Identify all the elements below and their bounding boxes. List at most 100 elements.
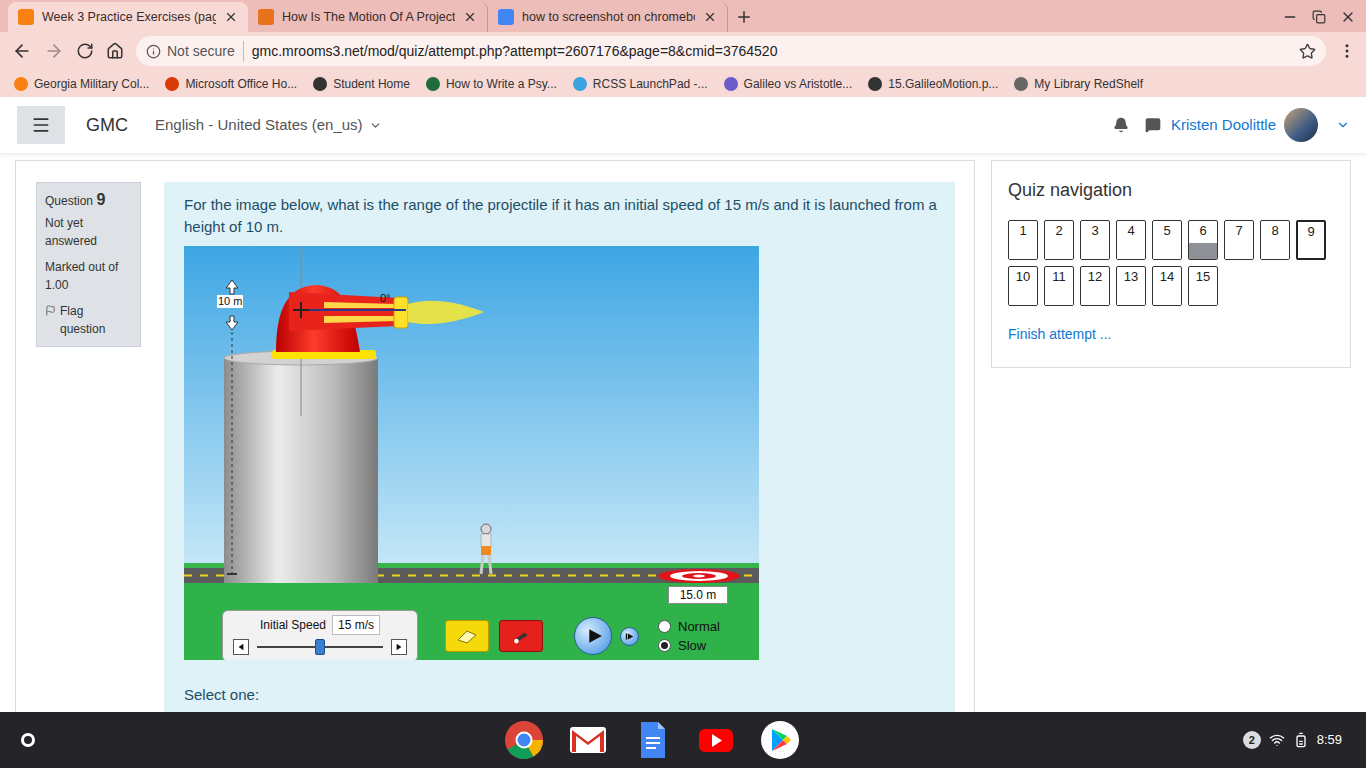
question-button[interactable]: 6 xyxy=(1188,220,1218,260)
bookmark-item[interactable]: Georgia Military Col... xyxy=(14,75,149,93)
new-tab-button[interactable] xyxy=(728,2,760,32)
question-button[interactable]: 5 xyxy=(1152,220,1182,260)
forward-icon[interactable] xyxy=(44,41,64,61)
avatar[interactable] xyxy=(1284,108,1318,142)
bell-icon[interactable] xyxy=(1113,117,1129,133)
question-button[interactable]: 11 xyxy=(1044,266,1074,306)
bookmark-icon xyxy=(1014,77,1028,91)
step-icon xyxy=(625,632,634,641)
speed-mode-radio[interactable]: Slow xyxy=(658,637,720,654)
question-number: Question 9 xyxy=(45,191,132,210)
wifi-icon xyxy=(1269,732,1285,748)
bookmark-icon xyxy=(426,77,440,91)
language-menu[interactable]: English - United States (en_us) xyxy=(155,114,382,137)
page-body: Question 9Not yet answeredMarked out of … xyxy=(0,153,1366,712)
browser-tab[interactable]: How Is The Motion Of A Projecti xyxy=(248,2,488,32)
back-icon[interactable] xyxy=(12,41,32,61)
bookmarks-bar: Georgia Military Col... Microsoft Office … xyxy=(0,70,1366,97)
close-tab-icon[interactable] xyxy=(463,10,477,24)
bookmark-icon xyxy=(313,77,327,91)
shelf: 28:59 xyxy=(0,712,1366,768)
bookmark-item[interactable]: RCSS LaunchPad -... xyxy=(573,75,708,93)
increase-button[interactable] xyxy=(391,639,407,655)
browser-tab[interactable]: how to screenshot on chromebo xyxy=(488,2,728,32)
favicon-icon xyxy=(258,9,274,25)
question-button[interactable]: 13 xyxy=(1116,266,1146,306)
bookmark-item[interactable]: Microsoft Office Ho... xyxy=(165,75,297,93)
flag-question[interactable]: Flag question xyxy=(45,302,132,338)
cannon-icon xyxy=(510,629,532,644)
status-area[interactable]: 28:59 xyxy=(1235,724,1350,756)
right-arrow-icon xyxy=(395,643,403,651)
messages-icon[interactable] xyxy=(1145,117,1161,133)
question-button[interactable]: 4 xyxy=(1116,220,1146,260)
question-button[interactable]: 14 xyxy=(1152,266,1182,306)
plus-icon xyxy=(735,8,753,26)
play-store-icon[interactable] xyxy=(760,720,800,760)
bookmark-item[interactable]: 15.GalileoMotion.p... xyxy=(868,75,998,93)
bookmark-item[interactable]: Student Home xyxy=(313,75,410,93)
restore-icon[interactable] xyxy=(1312,10,1326,24)
gmail-icon[interactable] xyxy=(568,720,608,760)
minimize-icon[interactable] xyxy=(1282,9,1298,25)
tab-title: how to screenshot on chromebo xyxy=(522,8,695,27)
bookmark-item[interactable]: Galileo vs Aristotle... xyxy=(724,75,853,93)
bookmark-item[interactable]: How to Write a Psy... xyxy=(426,75,557,93)
play-button[interactable] xyxy=(574,617,612,655)
slider-thumb[interactable] xyxy=(315,639,325,655)
speed-mode-radio[interactable]: Normal xyxy=(658,618,720,635)
select-prompt: Select one: xyxy=(184,684,937,707)
question-button[interactable]: 7 xyxy=(1224,220,1254,260)
speed-slider[interactable] xyxy=(257,639,383,655)
fire-button[interactable] xyxy=(499,620,543,652)
question-content: For the image below, what is the range o… xyxy=(164,182,955,712)
close-tab-icon[interactable] xyxy=(703,10,717,24)
bookmark-star-icon[interactable] xyxy=(1299,43,1316,60)
question-button[interactable]: 3 xyxy=(1080,220,1110,260)
reload-icon[interactable] xyxy=(76,42,94,60)
question-button[interactable]: 12 xyxy=(1080,266,1110,306)
decrease-button[interactable] xyxy=(233,639,249,655)
launcher-button[interactable] xyxy=(16,728,40,752)
question-button[interactable]: 9 xyxy=(1296,220,1326,260)
home-icon[interactable] xyxy=(106,42,124,60)
page: GMC English - United States (en_us) Kriste… xyxy=(0,97,1366,712)
question-button[interactable]: 1 xyxy=(1008,220,1038,260)
projectile-simulation: 10 m0°15.0 mInitial Speed15 m/sNormalSlo… xyxy=(184,246,759,660)
flag-icon xyxy=(45,305,56,316)
bookmark-item[interactable]: My Library RedShelf xyxy=(1014,75,1143,93)
target-distance: 15.0 m xyxy=(668,586,728,604)
docs-icon[interactable] xyxy=(632,720,672,760)
window-controls xyxy=(1282,2,1360,32)
question-button[interactable]: 2 xyxy=(1044,220,1074,260)
erase-button[interactable] xyxy=(445,620,489,652)
menu-icon[interactable] xyxy=(1338,42,1356,60)
close-window-icon[interactable] xyxy=(1340,9,1356,25)
speed-value: 15 m/s xyxy=(332,615,380,635)
question-panel: Question 9Not yet answeredMarked out of … xyxy=(15,160,975,712)
nav-drawer-button[interactable] xyxy=(17,106,65,144)
play-icon xyxy=(587,628,603,644)
chrome-icon[interactable] xyxy=(504,720,544,760)
user-name[interactable]: Kristen Doolittle xyxy=(1171,114,1276,137)
question-button[interactable]: 8 xyxy=(1260,220,1290,260)
step-button[interactable] xyxy=(620,627,639,646)
site-header: GMC English - United States (en_us) Kriste… xyxy=(0,97,1366,153)
speed-control: Initial Speed15 m/s xyxy=(222,610,418,660)
question-button[interactable]: 15 xyxy=(1188,266,1218,306)
bookmark-icon xyxy=(14,77,28,91)
info-icon xyxy=(146,44,161,59)
browser-tab[interactable]: Week 3 Practice Exercises (page xyxy=(8,2,248,32)
question-info: Question 9Not yet answeredMarked out of … xyxy=(36,182,141,347)
angle-label: 0° xyxy=(380,292,391,305)
brand[interactable]: GMC xyxy=(86,112,128,139)
user-menu-icon[interactable] xyxy=(1336,118,1350,132)
clock: 8:59 xyxy=(1317,730,1342,750)
address-bar[interactable]: Not securegmc.mrooms3.net/mod/quiz/attem… xyxy=(136,36,1326,66)
close-tab-icon[interactable] xyxy=(224,10,238,24)
youtube-icon[interactable] xyxy=(696,720,736,760)
battery-icon xyxy=(1293,732,1309,748)
left-arrow-icon xyxy=(237,643,245,651)
finish-attempt-link[interactable]: Finish attempt ... xyxy=(1008,324,1338,345)
question-button[interactable]: 10 xyxy=(1008,266,1038,306)
